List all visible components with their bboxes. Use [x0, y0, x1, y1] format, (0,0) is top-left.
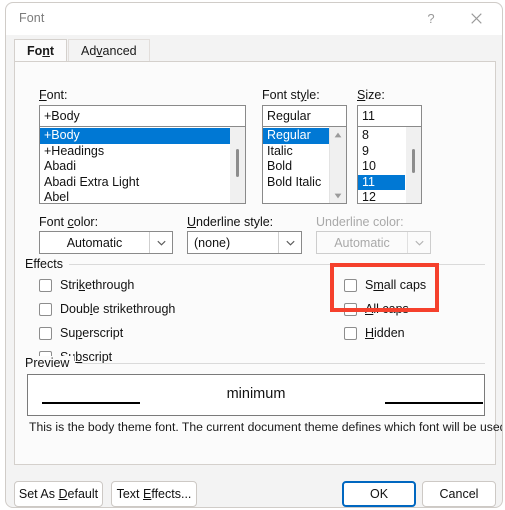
checkbox-superscript[interactable]: Superscript	[39, 324, 123, 342]
checkbox-box[interactable]	[344, 326, 357, 340]
font-list[interactable]: +Body +Headings Abadi Abadi Extra Light …	[39, 126, 246, 204]
chevron-down-icon	[407, 232, 430, 253]
chevron-down-icon[interactable]	[278, 232, 301, 253]
underline-style-label: Underline style:	[187, 215, 274, 229]
list-item[interactable]: Regular	[263, 128, 330, 144]
scroll-up-arrow-icon[interactable]	[330, 127, 345, 142]
checkbox-label: Hidden	[365, 326, 405, 340]
list-item[interactable]: 9	[358, 144, 405, 160]
preview-note: This is the body theme font. The current…	[29, 420, 503, 434]
checkbox-box[interactable]	[344, 302, 357, 316]
font-preview-box: minimum	[27, 374, 485, 416]
checkbox-box[interactable]	[39, 302, 52, 316]
font-style-list[interactable]: Regular Italic Bold Bold Italic	[262, 126, 347, 204]
checkbox-all-caps[interactable]: All caps	[344, 300, 409, 318]
font-color-combo[interactable]: Automatic	[39, 231, 173, 254]
tab-strip: Font Advanced	[6, 35, 502, 61]
font-color-value: Automatic	[66, 235, 123, 250]
preview-rule-right	[385, 402, 483, 404]
font-style-input[interactable]: Regular	[262, 105, 347, 127]
checkbox-hidden[interactable]: Hidden	[344, 324, 405, 342]
font-size-list[interactable]: 8 9 10 11 12	[357, 126, 422, 204]
checkbox-label: Superscript	[60, 326, 124, 340]
checkbox-label: Strikethrough	[60, 278, 135, 292]
font-label: Font:	[39, 88, 68, 102]
list-item[interactable]: 10	[358, 159, 405, 175]
list-item[interactable]: +Headings	[40, 144, 245, 160]
list-item[interactable]: +Body	[40, 128, 245, 144]
list-item[interactable]: 8	[358, 128, 405, 144]
text-effects-button[interactable]: Text Effects...	[111, 481, 197, 507]
underline-style-value: (none)	[194, 235, 231, 250]
list-item[interactable]: Abadi Extra Light	[40, 175, 245, 191]
preview-group-title: Preview	[25, 356, 75, 370]
ok-button[interactable]: OK	[342, 481, 416, 507]
font-color-label: Font color:	[39, 215, 99, 229]
underline-style-combo[interactable]: (none)	[187, 231, 302, 254]
scroll-down-arrow-icon[interactable]	[330, 188, 345, 203]
scrollbar-thumb[interactable]	[236, 149, 239, 177]
preview-rule-left	[42, 402, 140, 404]
checkbox-box[interactable]	[344, 278, 357, 292]
tab-advanced[interactable]: Advanced	[68, 39, 150, 61]
scrollbar-thumb[interactable]	[412, 149, 415, 173]
checkbox-label: Small caps	[365, 278, 427, 292]
effects-group-title: Effects	[25, 257, 68, 271]
list-item[interactable]: Bold	[263, 159, 330, 175]
list-item[interactable]: Abel	[40, 190, 245, 203]
checkbox-label: Double strikethrough	[60, 302, 176, 316]
help-icon[interactable]: ?	[409, 3, 453, 34]
tab-font[interactable]: Font	[14, 39, 68, 61]
list-item[interactable]: Italic	[263, 144, 330, 160]
list-item[interactable]: 11	[358, 174, 405, 190]
font-style-label: Font style:	[262, 88, 320, 102]
close-icon[interactable]	[454, 3, 498, 34]
set-as-default-button[interactable]: Set As Default	[14, 481, 103, 507]
checkbox-strikethrough[interactable]: Strikethrough	[39, 276, 134, 294]
dialog-title: Font	[19, 11, 45, 25]
font-style-scrollbar[interactable]	[329, 127, 346, 203]
checkbox-box[interactable]	[39, 326, 52, 340]
font-size-input[interactable]: 11	[357, 105, 422, 127]
font-tab-panel: Font: +Body +Body +Headings Abadi Abadi …	[14, 61, 502, 465]
preview-sample-text: minimum	[226, 386, 286, 402]
font-size-scrollbar[interactable]	[406, 127, 421, 203]
chevron-down-icon[interactable]	[149, 232, 172, 253]
checkbox-box[interactable]	[39, 278, 52, 292]
underline-color-value: Automatic	[334, 235, 390, 250]
font-size-label: Size:	[357, 88, 385, 102]
title-bar: Font ?	[6, 3, 502, 35]
checkbox-small-caps[interactable]: Small caps	[344, 276, 426, 294]
list-item[interactable]: 12	[358, 190, 405, 203]
font-dialog-window: Font ? Font Advanced Font: +Body +Body +…	[5, 2, 503, 508]
preview-group-divider	[77, 363, 485, 364]
font-name-input[interactable]: +Body	[39, 105, 246, 127]
checkbox-label: All caps	[365, 302, 409, 316]
font-list-scrollbar[interactable]	[230, 127, 245, 203]
underline-color-label: Underline color:	[316, 215, 404, 229]
underline-color-combo: Automatic	[316, 231, 431, 254]
cancel-button[interactable]: Cancel	[422, 481, 496, 507]
checkbox-double-strikethrough[interactable]: Double strikethrough	[39, 300, 175, 318]
effects-group-divider	[69, 264, 485, 265]
list-item[interactable]: Abadi	[40, 159, 245, 175]
list-item[interactable]: Bold Italic	[263, 175, 330, 191]
